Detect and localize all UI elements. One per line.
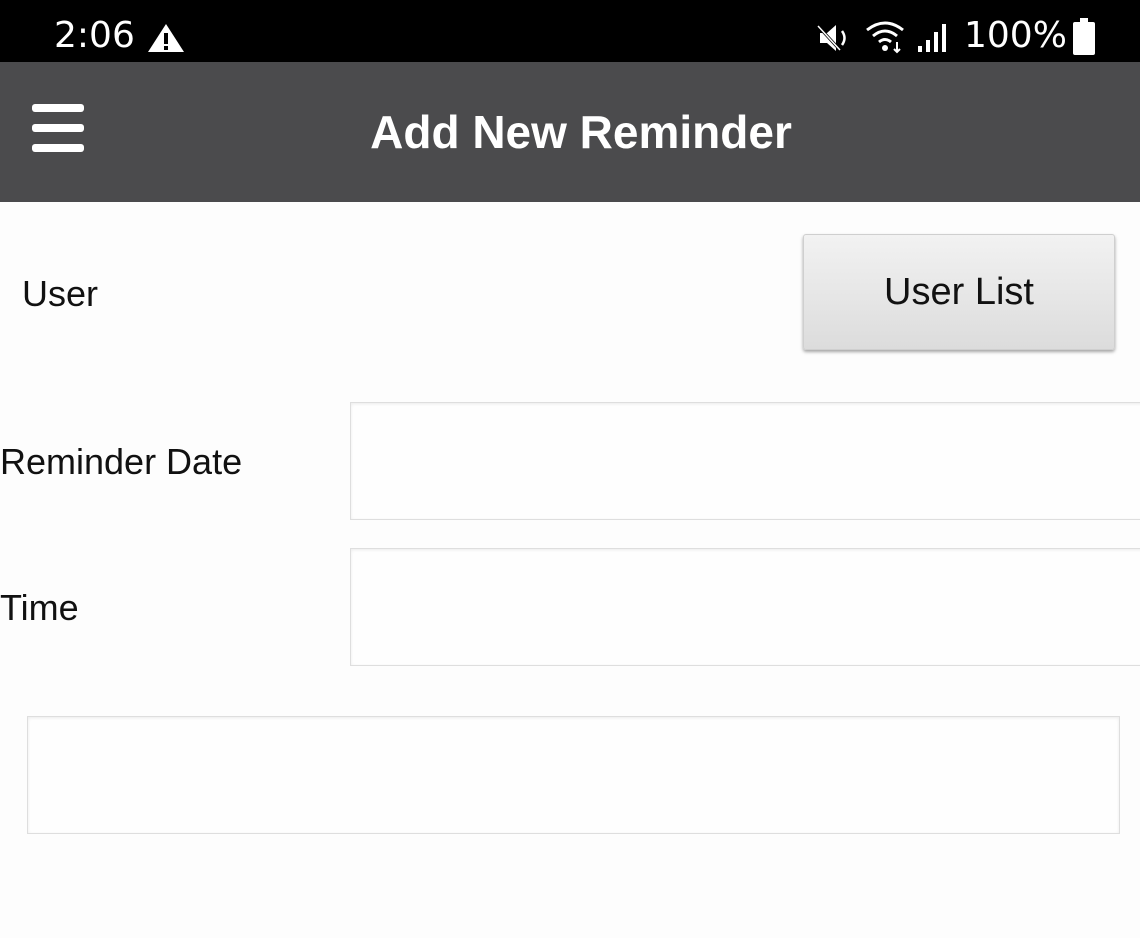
signal-icon <box>918 24 946 52</box>
note-input[interactable] <box>27 716 1120 834</box>
warning-icon <box>148 24 184 52</box>
reminder-date-label: Reminder Date <box>0 441 243 482</box>
app-bar: Add New Reminder <box>0 62 1140 202</box>
wifi-icon <box>866 21 904 54</box>
time-label: Time <box>0 587 79 628</box>
time-input[interactable] <box>350 548 1140 666</box>
status-bar: 2:06 100% <box>0 0 1140 62</box>
user-list-button[interactable]: User List <box>803 234 1115 350</box>
user-label: User <box>22 273 99 314</box>
page-title: Add New Reminder <box>370 106 792 158</box>
mute-icon <box>816 24 846 52</box>
battery-icon <box>1073 18 1095 55</box>
reminder-date-input[interactable] <box>350 402 1140 520</box>
status-time: 2:06 <box>54 15 135 56</box>
battery-percent: 100% <box>964 15 1067 56</box>
